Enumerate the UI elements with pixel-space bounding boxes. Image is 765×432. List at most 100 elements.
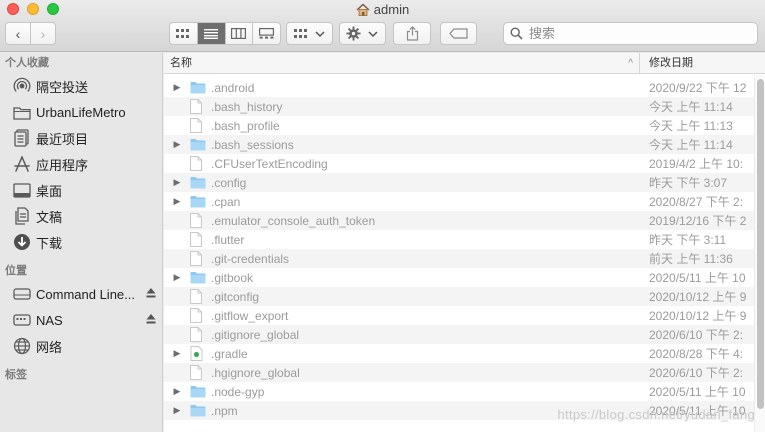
search-input[interactable] [529, 26, 729, 41]
eject-icon[interactable] [146, 287, 156, 299]
recents-icon [13, 129, 29, 147]
disclosure-triangle-icon[interactable]: ▶ [164, 348, 190, 359]
sidebar-item-desktop[interactable]: 桌面 [0, 177, 162, 203]
file-name: .bash_history [211, 99, 283, 114]
table-row[interactable]: ▶ .android 2020/9/22 下午 12 [164, 78, 754, 97]
share-button[interactable] [393, 22, 431, 45]
file-modified-date: 昨天 下午 3:11 [649, 233, 727, 247]
document-icon [190, 99, 206, 114]
table-row[interactable]: .gitflow_export 2020/10/12 上午 9 [164, 306, 754, 325]
network-icon [13, 337, 30, 355]
sort-indicator-icon: ^ [628, 58, 633, 69]
gradle-folder-icon [190, 346, 206, 361]
table-row[interactable]: ▶ .node-gyp 2020/5/11 上午 10 [164, 382, 754, 401]
sidebar-item-command-line[interactable]: Command Line... [0, 281, 162, 307]
file-modified-date: 2020/10/12 上午 9 [649, 309, 747, 323]
table-row[interactable]: .gitignore_global 2020/6/10 下午 2: [164, 325, 754, 344]
sidebar-item-label: Command Line... [36, 286, 135, 302]
folder-icon [190, 138, 206, 152]
table-row[interactable]: ▶ .config 昨天 下午 3:07 [164, 173, 754, 192]
file-modified-date: 2020/9/22 下午 12 [649, 81, 747, 95]
icon-view-button[interactable] [170, 23, 198, 44]
file-modified-date: 前天 上午 11:36 [649, 252, 733, 266]
table-row[interactable]: ▶ .bash_sessions 今天 上午 11:14 [164, 135, 754, 154]
scrollbar-thumb[interactable] [757, 79, 764, 409]
table-row[interactable]: .gitconfig 2020/10/12 上午 9 [164, 287, 754, 306]
document-icon [190, 118, 206, 133]
table-row[interactable]: .git-credentials 前天 上午 11:36 [164, 249, 754, 268]
list-view-button[interactable] [197, 23, 226, 44]
file-modified-date: 2020/8/28 下午 4: [649, 347, 744, 361]
eject-icon[interactable] [146, 313, 156, 325]
vertical-scrollbar[interactable] [754, 75, 765, 432]
group-by-button[interactable] [286, 22, 333, 45]
folder-icon [190, 176, 206, 190]
search-field[interactable] [503, 22, 758, 45]
sidebar-item-label: NAS [36, 312, 63, 328]
sidebar-item-airdrop[interactable]: 隔空投送 [0, 73, 162, 99]
group-grid-icon [293, 28, 307, 38]
sidebar-item-label: 应用程序 [36, 157, 89, 173]
column-header-name[interactable]: 名称 ^ [164, 53, 640, 73]
sidebar-section-favorites: 个人收藏 [5, 57, 49, 69]
navigation-buttons: ‹ › [5, 22, 56, 45]
file-name: .emulator_console_auth_token [211, 213, 376, 228]
file-name: .node-gyp [211, 384, 265, 399]
table-row[interactable]: ▶ .gitbook 2020/5/11 上午 10 [164, 268, 754, 287]
file-modified-date: 今天 上午 11:13 [649, 119, 733, 133]
folder-icon [12, 106, 31, 120]
tag-button[interactable] [440, 22, 477, 45]
disclosure-triangle-icon[interactable]: ▶ [164, 272, 190, 283]
back-button[interactable]: ‹ [6, 23, 31, 44]
applications-icon [13, 156, 30, 172]
tag-icon [448, 28, 468, 39]
window-title-text: admin [373, 2, 410, 17]
disclosure-triangle-icon[interactable]: ▶ [164, 196, 190, 207]
chevron-down-icon [314, 30, 325, 37]
sidebar-item-urbanlifemetro[interactable]: UrbanLifeMetro [0, 99, 162, 125]
folder-icon [190, 404, 206, 418]
table-row[interactable]: ▶ .cpan 2020/8/27 下午 2: [164, 192, 754, 211]
documents-icon [14, 207, 29, 225]
table-row[interactable]: .CFUserTextEncoding 2019/4/2 上午 10: [164, 154, 754, 173]
column-view-button[interactable] [226, 23, 254, 44]
table-row[interactable]: .bash_profile 今天 上午 11:13 [164, 116, 754, 135]
nas-icon [12, 314, 31, 326]
disclosure-triangle-icon[interactable]: ▶ [164, 139, 190, 150]
document-icon [190, 232, 206, 247]
action-menu-button[interactable] [339, 22, 386, 45]
sidebar-item-network[interactable]: 网络 [0, 333, 162, 359]
table-row[interactable]: ▶ .gradle 2020/8/28 下午 4: [164, 344, 754, 363]
view-mode-buttons [169, 22, 281, 45]
forward-button[interactable]: › [31, 23, 55, 44]
window-title: admin [0, 2, 765, 17]
table-row[interactable]: .emulator_console_auth_token 2019/12/16 下… [164, 211, 754, 230]
file-modified-date: 2020/6/10 下午 2: [649, 328, 744, 342]
folder-icon [190, 385, 206, 399]
disclosure-triangle-icon[interactable]: ▶ [164, 82, 190, 93]
sidebar-item-label: 桌面 [36, 183, 63, 199]
sidebar-item-documents[interactable]: 文稿 [0, 203, 162, 229]
gallery-view-icon [259, 28, 275, 39]
file-name: .hgignore_global [211, 365, 300, 380]
sidebar-item-nas[interactable]: NAS [0, 307, 162, 333]
list-view-icon [204, 28, 219, 39]
disclosure-triangle-icon[interactable]: ▶ [164, 177, 190, 188]
sidebar-item-label: 最近项目 [36, 131, 89, 147]
file-modified-date: 2019/12/16 下午 2 [649, 214, 747, 228]
sidebar-item-applications[interactable]: 应用程序 [0, 151, 162, 177]
disclosure-triangle-icon[interactable]: ▶ [164, 405, 190, 416]
sidebar-item-downloads[interactable]: 下载 [0, 229, 162, 255]
table-row[interactable]: .hgignore_global 2020/6/10 下午 2: [164, 363, 754, 382]
sidebar-item-recents[interactable]: 最近项目 [0, 125, 162, 151]
table-row[interactable]: .bash_history 今天 上午 11:14 [164, 97, 754, 116]
sidebar-item-label: 文稿 [36, 209, 63, 225]
disclosure-triangle-icon[interactable]: ▶ [164, 386, 190, 397]
watermark-text: https://blog.csdn.net/yudan_fang [557, 407, 755, 422]
table-row[interactable]: .flutter 昨天 下午 3:11 [164, 230, 754, 249]
disk-icon [12, 288, 31, 300]
gallery-view-button[interactable] [253, 23, 280, 44]
file-name: .CFUserTextEncoding [211, 156, 328, 171]
file-name: .flutter [211, 232, 245, 247]
column-header-date[interactable]: 修改日期 [640, 53, 693, 73]
